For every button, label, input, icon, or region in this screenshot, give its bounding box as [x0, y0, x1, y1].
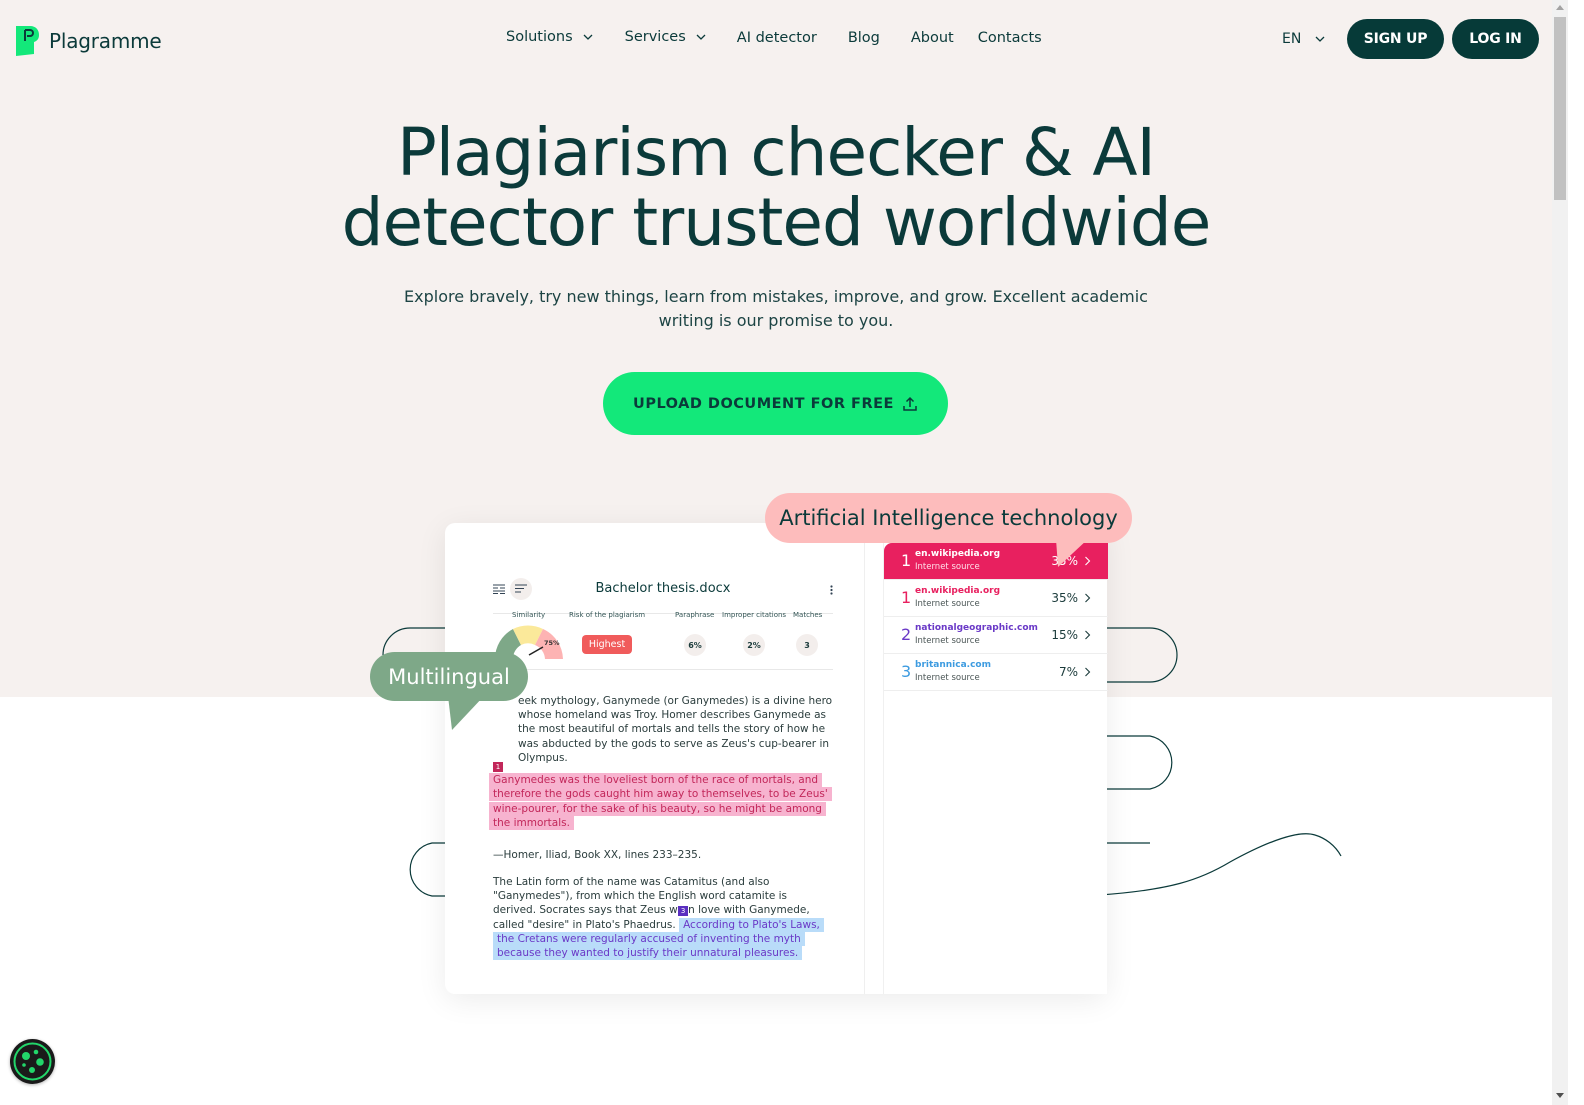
hero-title: Plagiarism checker & AI detector trusted… — [0, 118, 1552, 258]
nav-solutions[interactable]: Solutions — [506, 29, 593, 45]
stats-divider — [493, 669, 833, 670]
more-options-icon[interactable] — [830, 585, 833, 595]
match-tag-1[interactable]: 1 — [493, 762, 503, 772]
page: Plagramme Solutions Services AI detector… — [0, 0, 1568, 1105]
paraphrase-value: 6% — [684, 634, 706, 656]
upload-icon — [903, 396, 917, 411]
language-selector[interactable]: EN — [1282, 31, 1325, 47]
nav-services-label: Services — [624, 29, 686, 45]
paragraph-3: The Latin form of the name was Catamitus… — [493, 875, 833, 961]
source-percentage: 35% — [1051, 591, 1078, 605]
paragraph-1-text: eek mythology, Ganymede (or Ganymedes) i… — [518, 695, 833, 764]
deco-loop-left-bottom — [409, 842, 448, 897]
document-title: Bachelor thesis.docx — [595, 581, 731, 596]
source-rank: 2 — [901, 625, 912, 644]
chevron-right-icon — [1085, 667, 1091, 677]
match-tag-3[interactable]: 3 — [678, 906, 689, 917]
nav-services[interactable]: Services — [625, 29, 706, 45]
logo[interactable]: Plagramme — [12, 24, 162, 58]
document-header: Bachelor thesis.docx — [493, 575, 833, 614]
nav-solutions-label: Solutions — [506, 29, 573, 45]
login-button[interactable]: LOG IN — [1452, 19, 1539, 59]
source-rank: 1 — [901, 551, 912, 570]
nav-ai-detector-label: AI detector — [736, 30, 817, 46]
hero-title-line1: Plagiarism checker & AI — [396, 114, 1156, 191]
nav-contacts-label: Contacts — [977, 30, 1042, 46]
matches-value: 3 — [796, 634, 818, 656]
source-type: Internet source — [915, 636, 980, 646]
source-domain: nationalgeographic.com — [915, 623, 1038, 633]
ai-bubble-label: Artificial Intelligence technology — [779, 506, 1118, 530]
hero-title-line2: detector trusted worldwide — [341, 184, 1212, 261]
source-domain: en.wikipedia.org — [915, 586, 1001, 596]
source-row[interactable]: 1 en.wikipedia.org Internet source 35% — [884, 580, 1108, 617]
chevron-down-icon — [583, 34, 593, 40]
source-rank: 3 — [901, 662, 912, 681]
cookie-settings-button[interactable] — [10, 1039, 55, 1084]
upload-document-button[interactable]: UPLOAD DOCUMENT FOR FREE — [603, 372, 948, 435]
source-domain: en.wikipedia.org — [915, 549, 1001, 559]
source-type: Internet source — [915, 599, 980, 609]
paraphrase-label: Paraphrase — [675, 611, 715, 619]
risk-badge: Highest — [582, 635, 632, 654]
language-label: EN — [1282, 31, 1302, 47]
risk-label: Risk of the plagiarism — [569, 611, 646, 619]
similarity-value: 75% — [544, 639, 560, 647]
scroll-up-arrow-icon[interactable] — [1556, 4, 1564, 10]
similarity-label: Similarity — [512, 611, 546, 619]
bubble-tail — [1056, 539, 1088, 567]
improper-citations-label: Improper citations — [722, 611, 787, 619]
chevron-down-icon — [1315, 36, 1325, 42]
signup-button[interactable]: SIGN UP — [1347, 19, 1444, 59]
ai-technology-bubble: Artificial Intelligence technology — [765, 493, 1132, 567]
logo-text: Plagramme — [49, 29, 162, 53]
nav-about[interactable]: About — [911, 30, 954, 46]
hero-subtitle: Explore bravely, try new things, learn f… — [404, 287, 1148, 330]
source-row[interactable]: 3 britannica.com Internet source 7% — [884, 654, 1108, 691]
source-rank: 1 — [901, 588, 912, 607]
deco-wave — [1099, 833, 1342, 896]
paragraph-1: eek mythology, Ganymede (or Ganymedes) i… — [493, 694, 833, 765]
nav-about-label: About — [910, 30, 954, 46]
nav-contacts[interactable]: Contacts — [978, 30, 1042, 46]
gauge-needle — [528, 646, 544, 656]
nav-ai-detector[interactable]: AI detector — [737, 30, 817, 46]
cookie-settings-icon — [13, 1042, 52, 1081]
source-type: Internet source — [915, 562, 980, 572]
report-mockup: Bachelor thesis.docx Similarity Risk of … — [445, 523, 1108, 994]
deco-loop-right-mid — [1100, 735, 1173, 790]
multilingual-bubble-label: Multilingual — [388, 664, 510, 689]
site-header: Plagramme Solutions Services AI detector… — [0, 0, 1568, 80]
source-percentage: 7% — [1058, 665, 1078, 679]
source-domain: britannica.com — [915, 660, 991, 670]
improper-citations-value: 2% — [743, 634, 765, 656]
nav-blog[interactable]: Blog — [848, 30, 880, 46]
quote-block: 1 Ganymedes was the loveliest born of th… — [489, 759, 833, 830]
logo-icon — [16, 26, 39, 56]
upload-button-label: UPLOAD DOCUMENT FOR FREE — [633, 395, 894, 412]
scroll-down-arrow-icon[interactable] — [1556, 1093, 1564, 1099]
source-type: Internet source — [915, 673, 980, 683]
document-panel: Bachelor thesis.docx Similarity Risk of … — [453, 531, 865, 994]
citation: —Homer, Iliad, Book XX, lines 233–235. — [493, 849, 702, 861]
highlighted-quote[interactable]: Ganymedes was the loveliest born of the … — [489, 773, 832, 830]
main-nav: Solutions Services AI detector Blog Abou… — [506, 29, 1042, 46]
chevron-right-icon — [1085, 630, 1091, 640]
sources-panel: 1 en.wikipedia.org Internet source 35% 1 en.w… — [883, 543, 1108, 994]
source-row[interactable]: 2 nationalgeographic.com Internet source 15… — [884, 617, 1108, 654]
nav-blog-label: Blog — [847, 30, 880, 46]
multilingual-bubble: Multilingual — [370, 652, 528, 730]
bubble-tail — [448, 696, 484, 730]
chevron-right-icon — [1085, 593, 1091, 603]
source-percentage: 15% — [1051, 628, 1078, 642]
chevron-down-icon — [696, 34, 706, 40]
scroll-thumb[interactable] — [1554, 17, 1566, 200]
matches-label: Matches — [793, 611, 823, 619]
page-scrollbar[interactable] — [1552, 0, 1568, 1105]
